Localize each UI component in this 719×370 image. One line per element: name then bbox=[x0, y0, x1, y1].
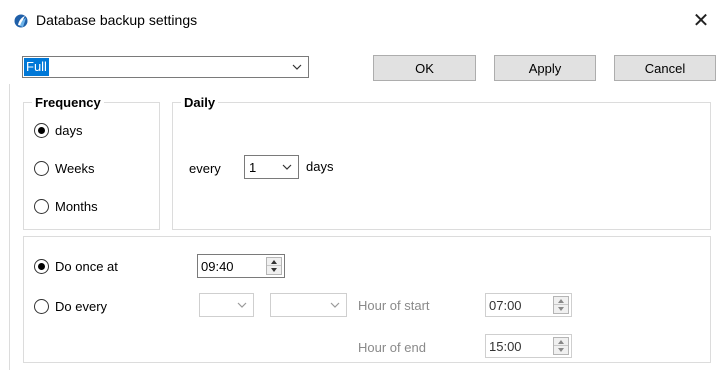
frequency-option-months[interactable]: Months bbox=[34, 199, 98, 214]
app-logo-icon bbox=[14, 14, 28, 28]
chevron-down-icon bbox=[237, 302, 247, 308]
backup-type-select[interactable]: Full bbox=[22, 56, 309, 78]
spin-down-icon[interactable] bbox=[554, 346, 568, 354]
spin-down-icon[interactable] bbox=[554, 305, 568, 313]
backup-settings-dialog: Database backup settings ✕ Full OK Apply… bbox=[0, 0, 719, 370]
chevron-down-icon bbox=[330, 302, 340, 308]
time-spin-buttons[interactable] bbox=[553, 296, 569, 314]
frequency-title: Frequency bbox=[32, 95, 104, 110]
hour-of-end-spinner[interactable]: 15:00 bbox=[485, 334, 572, 358]
do-once-option[interactable]: Do once at bbox=[34, 259, 118, 274]
chevron-down-icon bbox=[292, 64, 302, 70]
do-every-unit-select[interactable] bbox=[270, 293, 347, 317]
frequency-option-weeks[interactable]: Weeks bbox=[34, 161, 95, 176]
spin-up-icon[interactable] bbox=[554, 297, 568, 305]
do-every-option[interactable]: Do every bbox=[34, 299, 107, 314]
do-every-value-select[interactable] bbox=[199, 293, 254, 317]
window-title: Database backup settings bbox=[36, 12, 198, 28]
do-once-time-value: 09:40 bbox=[201, 259, 234, 274]
every-label: every bbox=[189, 161, 221, 176]
backup-type-value: Full bbox=[24, 58, 49, 76]
ok-button[interactable]: OK bbox=[373, 55, 476, 81]
hour-of-start-value: 07:00 bbox=[489, 298, 522, 313]
do-once-time-spinner[interactable]: 09:40 bbox=[197, 254, 285, 278]
frequency-option-days[interactable]: days bbox=[34, 123, 82, 138]
radio-unchecked-icon[interactable] bbox=[34, 299, 49, 314]
time-spin-buttons[interactable] bbox=[266, 257, 282, 275]
hour-of-end-label: Hour of end bbox=[358, 340, 426, 355]
frequency-option-label: Weeks bbox=[55, 161, 95, 176]
title-bar: Database backup settings ✕ bbox=[0, 0, 719, 42]
frequency-option-label: days bbox=[55, 123, 83, 138]
cancel-button[interactable]: Cancel bbox=[614, 55, 716, 81]
radio-unchecked-icon[interactable] bbox=[34, 199, 49, 214]
hour-of-start-label: Hour of start bbox=[358, 298, 430, 313]
radio-checked-icon[interactable] bbox=[34, 259, 49, 274]
frequency-option-label: Months bbox=[55, 199, 98, 214]
close-icon: ✕ bbox=[692, 9, 710, 32]
daily-title: Daily bbox=[181, 95, 219, 110]
close-button[interactable]: ✕ bbox=[683, 4, 719, 36]
time-spin-buttons[interactable] bbox=[553, 337, 569, 355]
chevron-down-icon bbox=[282, 164, 292, 170]
do-once-label: Do once at bbox=[55, 259, 118, 274]
do-every-label: Do every bbox=[55, 299, 108, 314]
divider bbox=[9, 84, 10, 370]
every-days-value: 1 bbox=[249, 160, 257, 175]
spin-up-icon[interactable] bbox=[554, 338, 568, 346]
spin-up-icon[interactable] bbox=[267, 258, 281, 266]
apply-button[interactable]: Apply bbox=[494, 55, 596, 81]
radio-unchecked-icon[interactable] bbox=[34, 161, 49, 176]
hour-of-end-value: 15:00 bbox=[489, 339, 522, 354]
days-unit-label: days bbox=[306, 159, 334, 174]
spin-down-icon[interactable] bbox=[267, 266, 281, 274]
hour-of-start-spinner[interactable]: 07:00 bbox=[485, 293, 572, 317]
every-days-select[interactable]: 1 bbox=[244, 155, 299, 179]
radio-checked-icon[interactable] bbox=[34, 123, 49, 138]
